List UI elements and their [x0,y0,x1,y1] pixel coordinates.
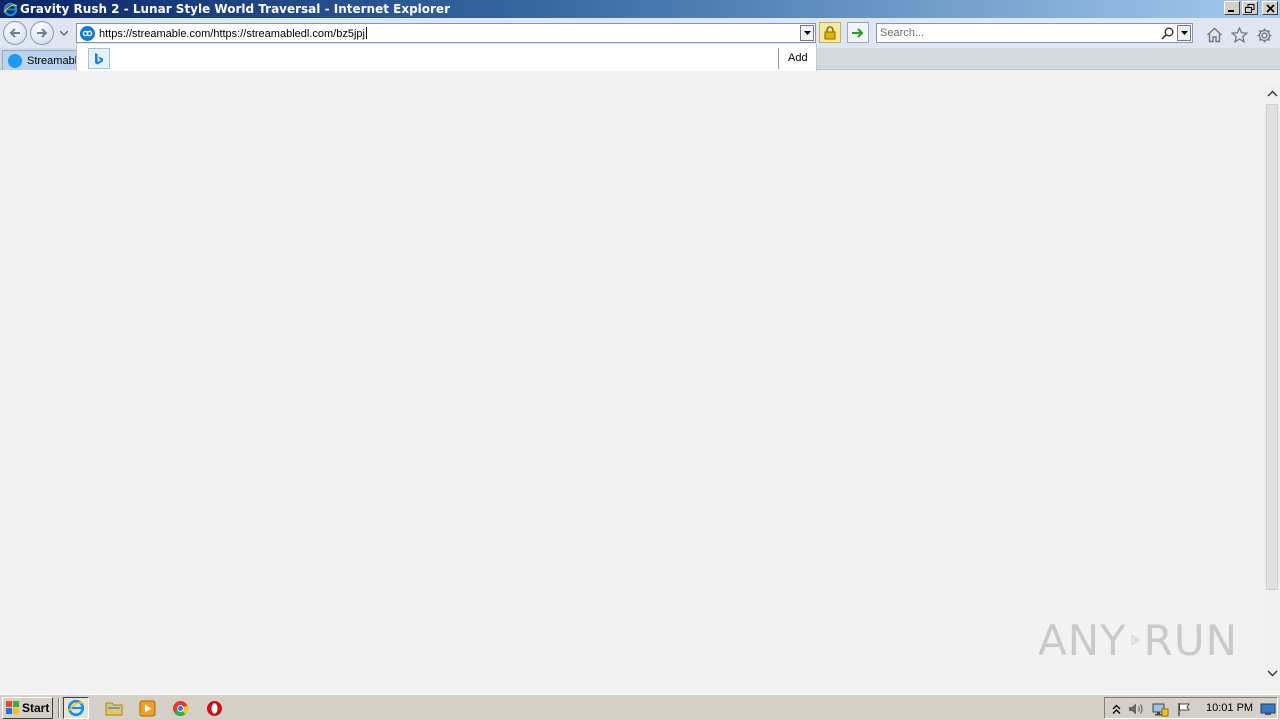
network-icon[interactable] [1151,700,1169,718]
start-button[interactable]: Start [2,697,53,719]
close-button[interactable] [1262,1,1278,15]
action-center-flag-icon[interactable] [1175,700,1193,718]
search-icon [1160,27,1173,40]
triangle-down-icon [803,31,811,35]
chevron-down-icon [60,30,68,36]
scroll-down-button[interactable] [1264,664,1280,682]
restore-button[interactable] [1242,1,1258,15]
title-bar: Gravity Rush 2 - Lunar Style World Trave… [0,0,1280,18]
watermark-text-right: RUN [1143,615,1238,665]
home-icon[interactable] [1204,25,1224,45]
start-label: Start [22,701,50,715]
favorites-star-icon[interactable] [1229,25,1249,45]
search-box[interactable] [876,23,1193,43]
forward-button[interactable] [30,21,54,45]
go-button[interactable] [847,22,869,43]
site-favicon-icon [80,26,95,41]
folder-icon [105,702,123,716]
bing-search-provider-button[interactable] [88,48,110,69]
anyrun-watermark: ANY RUN [1038,608,1238,672]
search-button[interactable] [1159,25,1175,41]
scroll-up-button[interactable] [1264,84,1280,102]
restore-icon [1245,3,1255,13]
divider [778,48,779,69]
tab-streamable[interactable]: Streamabl [2,50,82,70]
address-bar[interactable]: https://streamable.com/https://streamabl… [76,23,816,43]
address-url[interactable]: https://streamable.com/https://streamabl… [99,28,365,40]
search-provider-dropdown[interactable] [1177,25,1191,41]
taskbar-media-player[interactable] [134,697,160,719]
media-player-icon [139,700,155,716]
taskbar-opera[interactable] [201,697,227,719]
text-caret [365,27,367,39]
taskbar-separator [58,698,60,718]
ie-logo-icon [67,699,85,717]
chevron-up-icon [1112,704,1120,714]
taskbar-file-explorer[interactable] [101,697,127,719]
security-lock-button[interactable] [819,22,841,43]
triangle-down-icon [1180,31,1188,35]
minimize-icon [1228,10,1234,12]
add-search-provider-link[interactable]: Add [788,52,808,64]
scrollbar-thumb[interactable] [1266,104,1278,590]
ie-logo-icon [2,1,18,17]
volume-icon[interactable] [1127,700,1145,718]
arrow-right-icon [37,28,48,38]
vertical-scrollbar[interactable] [1264,84,1280,682]
system-tray: 10:01 PM [1104,697,1278,719]
address-dropdown-button[interactable] [800,25,814,41]
lock-icon [824,25,836,39]
arrow-left-icon [9,28,20,38]
back-button[interactable] [3,21,27,45]
watermark-text-left: ANY [1038,615,1127,665]
system-clock[interactable]: 10:01 PM [1206,702,1253,714]
chevron-down-icon [1267,670,1277,676]
tab-favicon-icon [8,53,22,68]
taskbar-chrome[interactable] [167,697,193,719]
chevron-up-icon [1267,90,1277,96]
show-desktop-icon[interactable] [1259,700,1277,718]
go-arrow-icon [852,27,864,38]
chrome-icon [172,700,189,716]
search-input[interactable] [880,26,1150,40]
taskbar: Start 10:01 PM [0,694,1280,720]
gear-icon[interactable] [1254,25,1274,45]
windows-logo-icon [6,701,19,714]
recent-pages-dropdown[interactable] [59,28,69,38]
taskbar-internet-explorer[interactable] [63,697,89,719]
tab-label: Streamabl [27,54,78,67]
address-autocomplete-dropdown: Add [76,44,817,73]
bing-logo-icon [95,52,103,65]
opera-icon [206,700,222,716]
close-icon [1265,3,1275,13]
show-hidden-icons-button[interactable] [1107,700,1125,718]
page-content-area [0,71,1264,691]
window-title: Gravity Rush 2 - Lunar Style World Trave… [20,2,450,16]
play-logo-icon [1131,634,1140,646]
minimize-button[interactable] [1224,1,1240,15]
